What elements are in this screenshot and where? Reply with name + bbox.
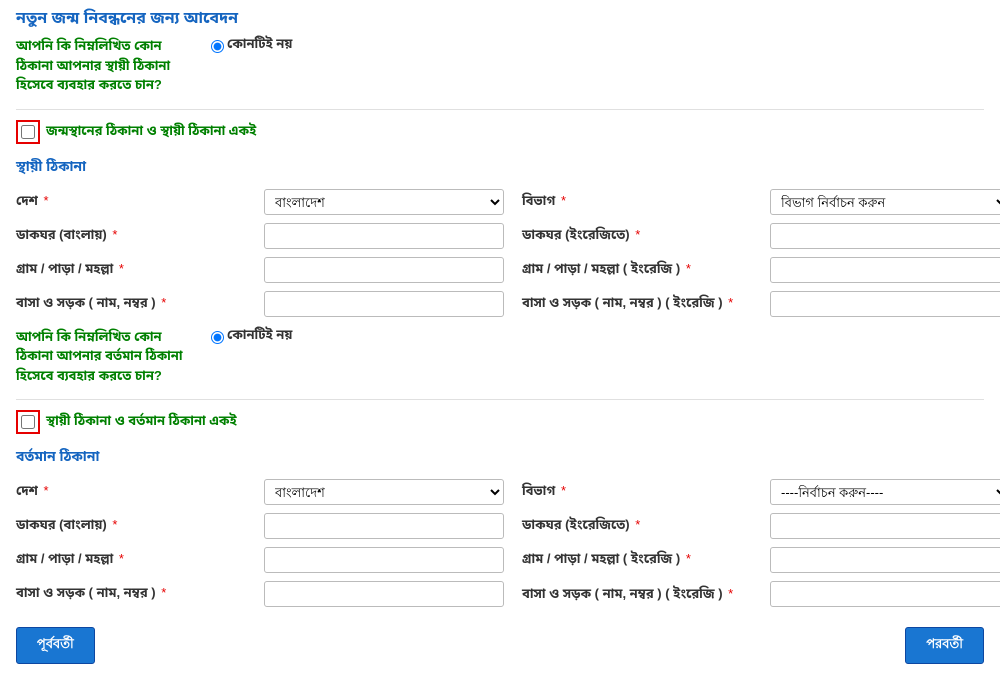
question1-label: আপনি কি নিম্নলিখিত কোন ঠিকানা আপনার স্থা… <box>16 36 196 95</box>
perm-village-en-label: গ্রাম / পাড়া / মহল্লা ( ইংরেজি ) * <box>522 261 752 279</box>
perm-post-en-label: ডাকঘর (ইংরেজিতে) * <box>522 227 752 245</box>
separator <box>16 399 984 400</box>
pres-post-en-label: ডাকঘর (ইংরেজিতে) * <box>522 517 752 535</box>
perm-country-select[interactable]: বাংলাদেশ <box>264 189 504 215</box>
present-address-form: দেশ * বাংলাদেশ বিভাগ * ----নির্বাচন করুন… <box>16 479 984 607</box>
permanent-address-title: স্থায়ী ঠিকানা <box>16 158 984 177</box>
pres-road-en-input[interactable] <box>770 581 1000 607</box>
pres-division-select[interactable]: ----নির্বাচন করুন---- <box>770 479 1000 505</box>
checkbox-birthplace-same-row: জন্মস্থানের ঠিকানা ও স্থায়ী ঠিকানা একই <box>16 120 984 144</box>
pres-road-bn-label: বাসা ও সড়ক ( নাম, নম্বর ) * <box>16 585 246 603</box>
question2-label: আপনি কি নিম্নলিখিত কোন ঠিকানা আপনার বর্ত… <box>16 327 196 386</box>
perm-road-en-label: বাসা ও সড়ক ( নাম, নম্বর ) ( ইংরেজি ) * <box>522 294 752 312</box>
pres-village-bn-label: গ্রাম / পাড়া / মহল্লা * <box>16 551 246 569</box>
pres-country-label: দেশ * <box>16 483 246 501</box>
perm-post-bn-label: ডাকঘর (বাংলায়) * <box>16 227 246 245</box>
highlight-box-2 <box>16 410 40 434</box>
previous-button[interactable]: পূর্ববর্তী <box>16 627 95 664</box>
radio-none-2[interactable] <box>211 331 224 344</box>
pres-post-bn-input[interactable] <box>264 513 504 539</box>
perm-village-en-input[interactable] <box>770 257 1000 283</box>
separator <box>16 109 984 110</box>
question-present-address-use: আপনি কি নিম্নলিখিত কোন ঠিকানা আপনার বর্ত… <box>16 327 984 386</box>
perm-post-bn-input[interactable] <box>264 223 504 249</box>
permanent-address-form: দেশ * বাংলাদেশ বিভাগ * বিভাগ নির্বাচন কর… <box>16 189 984 317</box>
perm-village-bn-label: গ্রাম / পাড়া / মহল্লা * <box>16 261 246 279</box>
radio-none-option-1[interactable]: কোনটিই নয় <box>206 36 292 54</box>
radio-none-1-label: কোনটিই নয় <box>227 36 292 54</box>
radio-none-1[interactable] <box>211 40 224 53</box>
pres-post-bn-label: ডাকঘর (বাংলায়) * <box>16 517 246 535</box>
perm-road-en-input[interactable] <box>770 291 1000 317</box>
pres-village-bn-input[interactable] <box>264 547 504 573</box>
pres-road-bn-input[interactable] <box>264 581 504 607</box>
checkbox-birthplace-same[interactable] <box>21 125 35 139</box>
highlight-box-1 <box>16 120 40 144</box>
perm-post-en-input[interactable] <box>770 223 1000 249</box>
present-address-title: বর্তমান ঠিকানা <box>16 448 984 467</box>
pres-village-en-label: গ্রাম / পাড়া / মহল্লা ( ইংরেজি ) * <box>522 551 752 569</box>
next-button[interactable]: পরবর্তী <box>905 627 984 664</box>
radio-none-option-2[interactable]: কোনটিই নয় <box>206 327 292 345</box>
page-title: নতুন জন্ম নিবন্ধনের জন্য আবেদন <box>16 8 984 30</box>
checkbox1-label: জন্মস্থানের ঠিকানা ও স্থায়ী ঠিকানা একই <box>46 123 256 141</box>
perm-division-select[interactable]: বিভাগ নির্বাচন করুন <box>770 189 1000 215</box>
perm-country-label: দেশ * <box>16 193 246 211</box>
checkbox2-label: স্থায়ী ঠিকানা ও বর্তমান ঠিকানা একই <box>46 413 237 431</box>
perm-village-bn-input[interactable] <box>264 257 504 283</box>
pres-division-label: বিভাগ * <box>522 483 752 501</box>
checkbox-permanent-same[interactable] <box>21 415 35 429</box>
button-row: পূর্ববর্তী পরবর্তী <box>16 627 984 664</box>
checkbox-permanent-same-row: স্থায়ী ঠিকানা ও বর্তমান ঠিকানা একই <box>16 410 984 434</box>
pres-village-en-input[interactable] <box>770 547 1000 573</box>
perm-road-bn-label: বাসা ও সড়ক ( নাম, নম্বর ) * <box>16 295 246 313</box>
pres-country-select[interactable]: বাংলাদেশ <box>264 479 504 505</box>
radio-none-2-label: কোনটিই নয় <box>227 327 292 345</box>
perm-road-bn-input[interactable] <box>264 291 504 317</box>
question-permanent-address-use: আপনি কি নিম্নলিখিত কোন ঠিকানা আপনার স্থা… <box>16 36 984 95</box>
pres-post-en-input[interactable] <box>770 513 1000 539</box>
perm-division-label: বিভাগ * <box>522 193 752 211</box>
pres-road-en-label: বাসা ও সড়ক ( নাম, নম্বর ) ( ইংরেজি ) * <box>522 585 752 603</box>
